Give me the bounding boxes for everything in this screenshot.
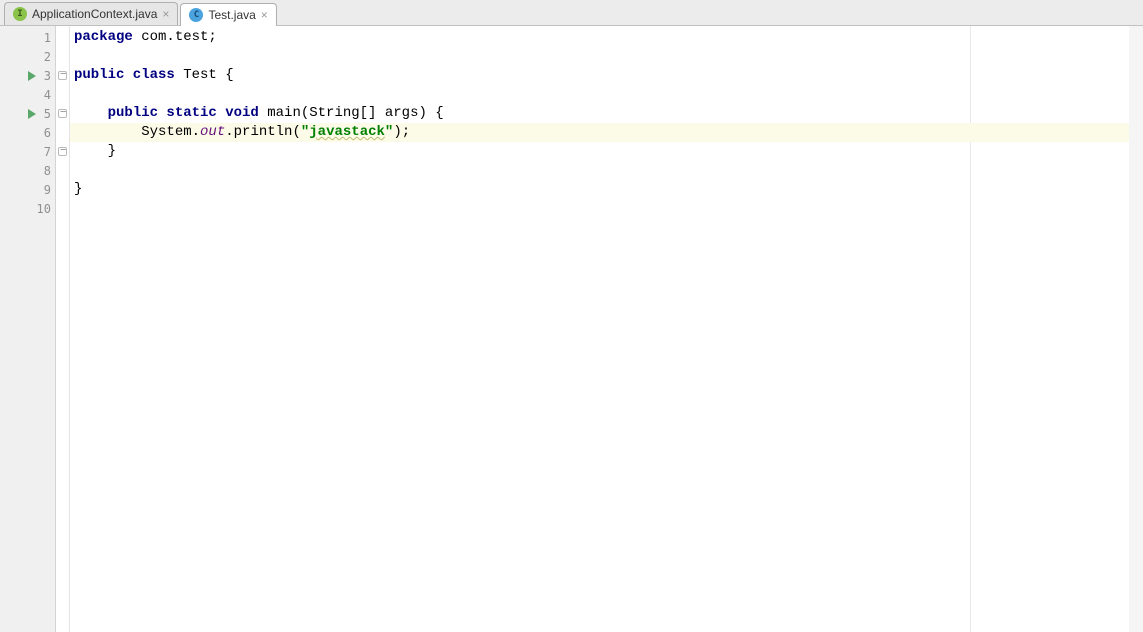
code-line[interactable]: System.out.println("javastack"); [70, 123, 1143, 142]
gutter-row[interactable]: 6 [0, 123, 55, 142]
code-line[interactable]: public class Test { [70, 66, 1143, 85]
run-icon[interactable] [28, 71, 36, 81]
code-line[interactable] [70, 199, 1143, 218]
gutter-row[interactable]: 5 [0, 104, 55, 123]
fold-row [56, 123, 69, 142]
code-line[interactable]: } [70, 180, 1143, 199]
tab-test[interactable]: Test.java × [180, 3, 276, 26]
gutter-row[interactable]: 2 [0, 47, 55, 66]
tab-label: Test.java [208, 8, 255, 22]
fold-toggle-icon[interactable] [58, 147, 67, 156]
line-number: 8 [29, 164, 51, 178]
fold-row [56, 104, 69, 123]
fold-toggle-icon[interactable] [58, 71, 67, 80]
fold-toggle-icon[interactable] [58, 109, 67, 118]
gutter-row[interactable]: 10 [0, 199, 55, 218]
editor: 1 2 3 4 5 6 7 8 9 10 package com.test; public clas… [0, 26, 1143, 632]
interface-icon [13, 7, 27, 21]
tab-application-context[interactable]: ApplicationContext.java × [4, 2, 178, 25]
vertical-scrollbar[interactable] [1129, 26, 1143, 632]
code-line[interactable]: package com.test; [70, 28, 1143, 47]
gutter-row[interactable]: 7 [0, 142, 55, 161]
fold-row [56, 199, 69, 218]
line-number: 1 [29, 31, 51, 45]
close-icon[interactable]: × [261, 9, 268, 21]
line-number: 6 [29, 126, 51, 140]
fold-row [56, 28, 69, 47]
fold-row [56, 66, 69, 85]
code-line[interactable] [70, 85, 1143, 104]
fold-row [56, 47, 69, 66]
tab-label: ApplicationContext.java [32, 7, 157, 21]
close-icon[interactable]: × [162, 8, 169, 20]
gutter-row[interactable]: 1 [0, 28, 55, 47]
gutter-row[interactable]: 3 [0, 66, 55, 85]
tab-bar: ApplicationContext.java × Test.java × [0, 0, 1143, 26]
line-number: 10 [29, 202, 51, 216]
run-icon[interactable] [28, 109, 36, 119]
fold-row [56, 85, 69, 104]
code-line[interactable]: } [70, 142, 1143, 161]
fold-row [56, 142, 69, 161]
fold-column [56, 26, 70, 632]
gutter-row[interactable]: 4 [0, 85, 55, 104]
line-number: 4 [29, 88, 51, 102]
code-area[interactable]: package com.test; public class Test { pub… [70, 26, 1143, 632]
fold-row [56, 161, 69, 180]
gutter-row[interactable]: 8 [0, 161, 55, 180]
code-line[interactable] [70, 161, 1143, 180]
line-number: 2 [29, 50, 51, 64]
line-number: 9 [29, 183, 51, 197]
code-line[interactable] [70, 47, 1143, 66]
gutter-row[interactable]: 9 [0, 180, 55, 199]
gutter: 1 2 3 4 5 6 7 8 9 10 [0, 26, 56, 632]
code-line[interactable]: public static void main(String[] args) { [70, 104, 1143, 123]
fold-row [56, 180, 69, 199]
line-number: 7 [29, 145, 51, 159]
class-icon [189, 8, 203, 22]
